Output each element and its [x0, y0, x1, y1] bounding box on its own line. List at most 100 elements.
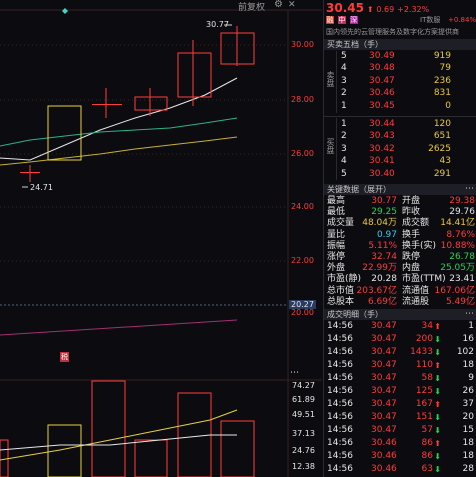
order-price: 30.43 [369, 131, 395, 142]
trade-row: 14:56 30.47 167 ⬆ 37 [324, 399, 476, 410]
down-arrow-icon: ⬇ [434, 348, 441, 357]
order-row[interactable]: 5 30.40 291 [324, 169, 476, 180]
key-value: 30.77 [371, 196, 397, 206]
order-row[interactable]: 5 30.49 919 [324, 51, 476, 62]
trade-row: 14:56 30.47 125 ⬇ 26 [324, 386, 476, 397]
key-data-header[interactable]: 关键数据（展开） ⋯ [324, 184, 476, 195]
order-level: 4 [341, 156, 347, 167]
trades-menu-icon[interactable]: ⋯ [465, 309, 474, 320]
trade-price: 30.47 [371, 321, 397, 331]
volume-tick-label: 49.51 [292, 410, 315, 419]
panel-menu-icon[interactable]: ⋯ [465, 184, 474, 195]
trades-header[interactable]: 成交明细（手） ⋯ [324, 309, 476, 320]
key-data-row: 总股本 6.69亿 流通股 5.49亿 [324, 297, 476, 308]
key-label: 总股本 [327, 296, 355, 307]
key-value: 26.78 [449, 252, 475, 262]
trade-time: 14:56 [327, 451, 353, 461]
close-icon[interactable]: ✕ [288, 0, 296, 10]
key-value: 5.11% [368, 240, 397, 251]
volume-menu-icon[interactable]: ⋯ [290, 368, 299, 378]
settings-icon[interactable]: ⚙ [274, 0, 283, 10]
order-row[interactable]: 3 30.42 2625 [324, 144, 476, 155]
trade-price: 30.47 [371, 347, 397, 357]
sector-name[interactable]: IT数服 [420, 15, 440, 26]
key-label: 外盘 [327, 263, 346, 274]
order-volume: 43 [439, 156, 451, 167]
order-row[interactable]: 1 30.44 120 [324, 119, 476, 130]
key-value: 8.76% [446, 229, 475, 240]
kline-chart[interactable]: 前复权 ⚙ ✕ 30.77 24.71 30.00 28.00 26.00 24.00… [0, 0, 322, 477]
trade-time: 14:56 [327, 412, 353, 422]
key-value: 29.76 [449, 207, 475, 218]
order-volume: 831 [433, 88, 451, 99]
key-label: 流通值 [402, 285, 430, 296]
company-desc: 国内领先的云管理服务及数字化方案提供商 [326, 28, 459, 36]
key-data-row: 振幅 5.11% 换手(实) 10.88% [324, 241, 476, 252]
order-row[interactable]: 1 30.45 0 [324, 101, 476, 112]
key-label: 成交额 [402, 218, 430, 229]
order-row[interactable]: 2 30.43 651 [324, 131, 476, 142]
key-value: 29.25 [371, 207, 397, 218]
trade-time: 14:56 [327, 334, 353, 344]
key-value: 20.28 [371, 274, 397, 285]
order-price: 30.40 [369, 168, 395, 179]
trade-volume: 86 [421, 438, 433, 448]
down-arrow-icon: ⬇ [434, 335, 441, 344]
key-label: 换手 [402, 229, 421, 240]
trade-row: 14:56 30.47 151 ⬇ 20 [324, 412, 476, 423]
key-data-row: 外盘 22.99万 内盘 25.05万 [324, 263, 476, 274]
trade-count: 1 [468, 321, 474, 331]
trade-volume: 86 [421, 451, 433, 461]
trade-volume: 1433 [410, 347, 433, 357]
price-tick-label: 30.00 [291, 40, 314, 49]
sector-change: +0.84% [448, 16, 476, 24]
order-row[interactable]: 2 30.46 831 [324, 88, 476, 99]
key-data-row: 最高 30.77 开盘 29.38 [324, 196, 476, 207]
trade-price: 30.47 [371, 425, 397, 435]
trade-row: 14:56 30.46 86 ⬆ 18 [324, 438, 476, 449]
order-volume: 79 [439, 63, 451, 74]
key-label: 流通股 [402, 296, 430, 307]
key-label: 最高 [327, 196, 346, 206]
last-price: 30.45 [326, 1, 364, 15]
price-tick-label: 22.00 [291, 256, 314, 265]
order-level: 1 [341, 100, 347, 111]
down-arrow-icon: ⬇ [434, 452, 441, 461]
trade-count: 26 [462, 386, 474, 396]
trade-count: 18 [462, 438, 474, 448]
order-book-title: 买卖五档（手） [327, 40, 383, 49]
up-arrow-icon: ⬆ [434, 322, 441, 331]
event-badge[interactable]: 税 [60, 352, 69, 362]
key-value: 29.38 [449, 196, 475, 206]
order-volume: 2625 [428, 143, 451, 154]
price-tick-label: 20.00 [291, 308, 314, 317]
key-value: 48.04万 [362, 218, 397, 229]
order-volume: 291 [433, 168, 451, 179]
order-row[interactable]: 4 30.48 79 [324, 63, 476, 74]
key-value: 25.05万 [440, 263, 475, 274]
mode-label[interactable]: 前复权 [238, 0, 265, 13]
key-data-row: 涨停 32.74 跌停 26.78 [324, 252, 476, 263]
key-label: 市盈(静) [327, 274, 362, 285]
trade-price: 30.46 [371, 464, 397, 474]
key-value: 23.41 [449, 274, 475, 285]
volume-tick-label: 12.38 [292, 462, 315, 471]
kline-svg[interactable] [0, 0, 322, 477]
order-book-header[interactable]: 买卖五档（手） [324, 39, 476, 50]
low-marker: 24.71 [30, 183, 53, 192]
order-row[interactable]: 4 30.41 43 [324, 156, 476, 167]
order-price: 30.46 [369, 88, 395, 99]
key-label: 涨停 [327, 252, 346, 262]
divider [324, 116, 476, 117]
key-label: 总市值 [327, 285, 355, 296]
order-level: 3 [341, 75, 347, 86]
down-arrow-icon: ⬇ [434, 465, 441, 474]
quote-header: 30.45 ⬆ 0.69 +2.32% [324, 1, 476, 15]
key-label: 内盘 [402, 263, 421, 274]
order-price: 30.41 [369, 156, 395, 167]
change: 0.69 [376, 5, 395, 14]
candles [20, 26, 255, 182]
order-level: 3 [341, 143, 347, 154]
order-row[interactable]: 3 30.47 236 [324, 76, 476, 87]
trade-count: 37 [462, 399, 474, 409]
